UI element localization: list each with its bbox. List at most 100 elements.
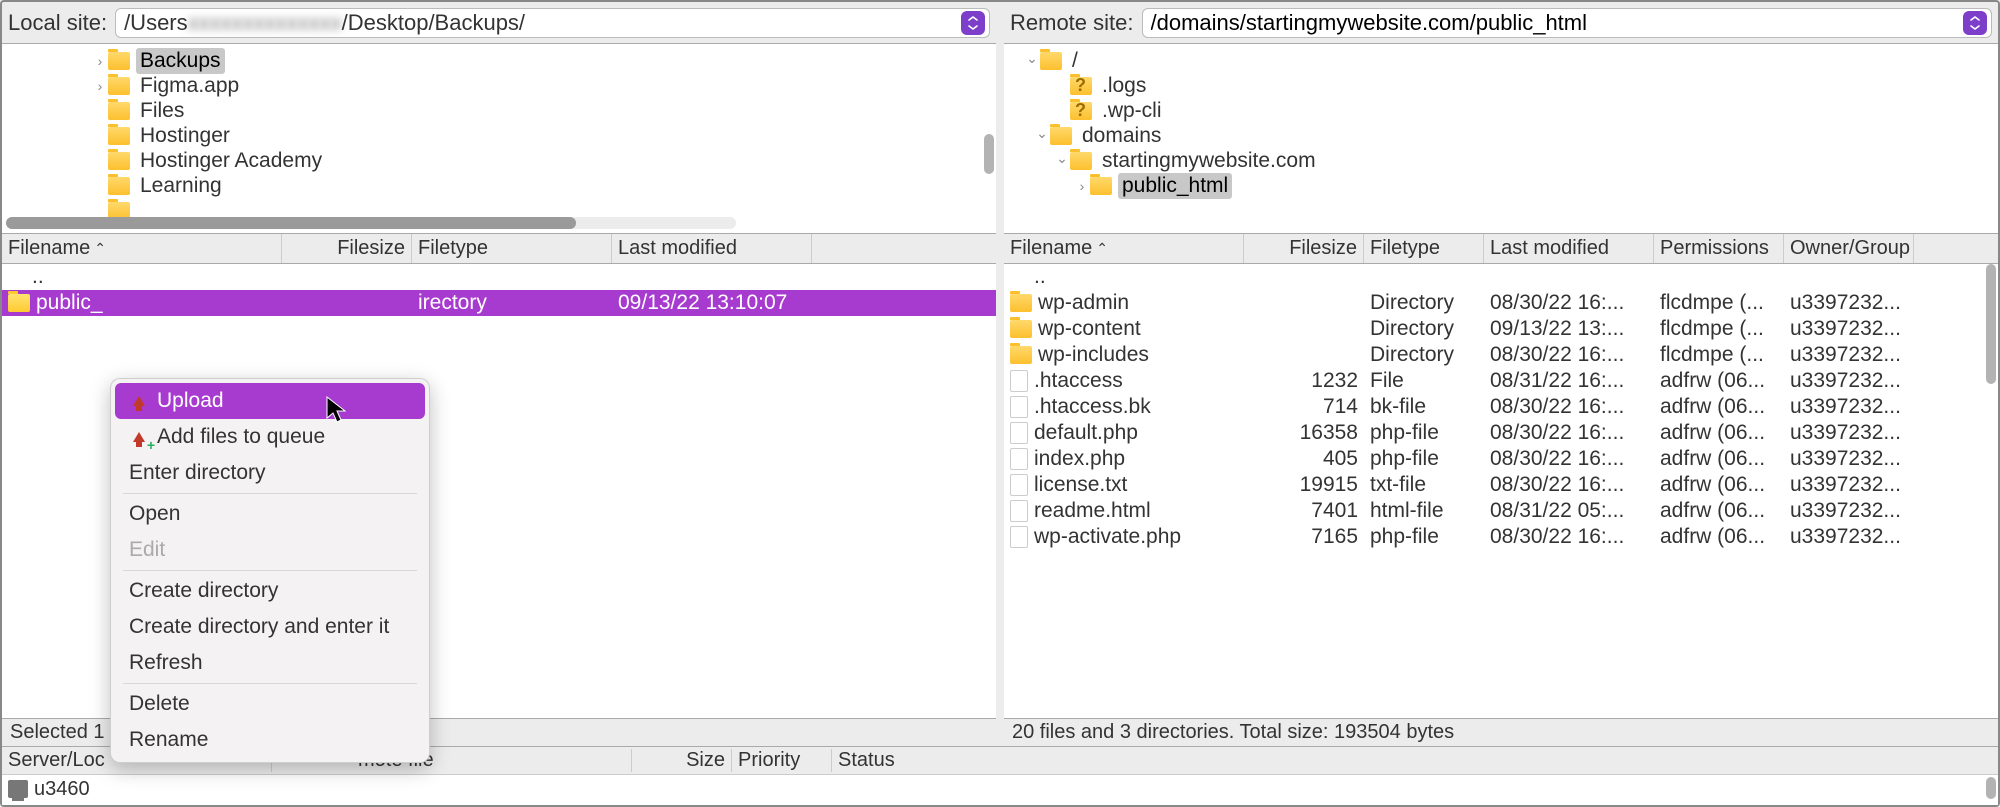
menu-item-delete[interactable]: Delete (115, 686, 425, 722)
local-site-bar: Local site: /Users xxxxxxxxxxxxxx /Deskt… (2, 2, 996, 44)
remote-list-scrollbar[interactable] (1986, 264, 1996, 384)
file-row[interactable]: wp-activate.php7165php-file08/30/22 16:.… (1004, 524, 1998, 550)
folder-icon (1090, 177, 1112, 195)
file-row[interactable]: wp-adminDirectory08/30/22 16:...flcdmpe … (1004, 290, 1998, 316)
folder-icon (108, 152, 130, 170)
tree-item[interactable]: Learning (2, 173, 996, 198)
tree-item[interactable]: Hostinger Academy (2, 148, 996, 173)
menu-item-label: Open (129, 502, 180, 526)
queue-col-status[interactable]: Status (832, 749, 1998, 772)
menu-item-create-directory-and-enter-it[interactable]: Create directory and enter it (115, 609, 425, 645)
local-list-header: Filename ⌃ Filesize Filetype Last modifi… (2, 234, 996, 264)
tree-item[interactable]: public_html (1004, 173, 1998, 198)
sort-asc-icon: ⌃ (1096, 240, 1108, 257)
remote-col-filename[interactable]: Filename ⌃ (1004, 234, 1244, 263)
local-tree-hscroll-thumb[interactable] (6, 217, 576, 229)
menu-item-open[interactable]: Open (115, 496, 425, 532)
file-row[interactable]: .. (2, 264, 996, 290)
remote-col-filesize[interactable]: Filesize (1244, 234, 1364, 263)
add-to-queue-icon: + (129, 427, 149, 447)
tree-item[interactable]: .wp-cli (1004, 98, 1998, 123)
remote-path-input[interactable] (1151, 10, 1964, 36)
menu-item-label: Enter directory (129, 461, 266, 485)
tree-expand-arrow-icon[interactable] (92, 78, 108, 94)
file-name: .. (32, 265, 44, 289)
tree-expand-arrow-icon[interactable] (1024, 52, 1040, 69)
menu-item-rename[interactable]: Rename (115, 722, 425, 758)
queue-col-size[interactable]: Size (632, 749, 732, 772)
remote-site-bar: Remote site: (1004, 2, 1998, 44)
file-name: wp-admin (1038, 291, 1129, 315)
context-menu[interactable]: Upload+Add files to queue Enter directory… (110, 378, 430, 763)
tree-item-label: startingmywebsite.com (1098, 148, 1320, 174)
queue-row[interactable]: u3460 (2, 775, 1998, 803)
local-path-dropdown-button[interactable] (961, 11, 985, 35)
remote-path-dropdown-button[interactable] (1963, 11, 1987, 35)
local-col-modified[interactable]: Last modified (612, 234, 812, 263)
local-site-label: Local site: (8, 10, 115, 36)
folder-icon (108, 177, 130, 195)
remote-status-bar: 20 files and 3 directories. Total size: … (1004, 718, 1998, 746)
file-row[interactable]: index.php405php-file08/30/22 16:...adfrw… (1004, 446, 1998, 472)
tree-expand-arrow-icon[interactable] (1054, 152, 1070, 169)
file-row[interactable]: .htaccess.bk714bk-file08/30/22 16:...adf… (1004, 394, 1998, 420)
tree-item[interactable]: Files (2, 98, 996, 123)
remote-col-modified[interactable]: Last modified (1484, 234, 1654, 263)
file-row[interactable]: readme.html7401html-file08/31/22 05:...a… (1004, 498, 1998, 524)
menu-item-enter-directory[interactable]: Enter directory (115, 455, 425, 491)
tree-expand-arrow-icon[interactable] (1074, 178, 1090, 194)
remote-path-combo[interactable] (1142, 8, 1993, 38)
tree-item-label: Hostinger Academy (136, 148, 326, 174)
file-row[interactable]: wp-includesDirectory08/30/22 16:...flcdm… (1004, 342, 1998, 368)
local-col-filetype[interactable]: Filetype (412, 234, 612, 263)
queue-col-priority[interactable]: Priority (732, 749, 832, 772)
sort-asc-icon: ⌃ (94, 240, 106, 257)
tree-item[interactable]: Backups (2, 48, 996, 73)
remote-col-permissions[interactable]: Permissions (1654, 234, 1784, 263)
file-row[interactable]: .. (1004, 264, 1998, 290)
local-tree-scrollbar[interactable] (984, 134, 994, 174)
local-col-filesize[interactable]: Filesize (282, 234, 412, 263)
tree-item-label: Hostinger (136, 123, 234, 149)
tree-item-label (136, 210, 144, 212)
tree-expand-arrow-icon[interactable] (1034, 127, 1050, 144)
remote-list-header: Filename ⌃ Filesize Filetype Last modifi… (1004, 234, 1998, 264)
queue-scrollbar[interactable] (1986, 777, 1996, 799)
menu-item-label: Create directory (129, 579, 278, 603)
local-path-suffix: /Desktop/Backups/ (342, 10, 961, 36)
local-path-blurred: xxxxxxxxxxxxxx (188, 10, 342, 36)
file-row[interactable]: .htaccess1232File08/31/22 16:...adfrw (0… (1004, 368, 1998, 394)
tree-item[interactable]: Hostinger (2, 123, 996, 148)
remote-col-owner[interactable]: Owner/Group (1784, 234, 1914, 263)
tree-item[interactable]: Figma.app (2, 73, 996, 98)
file-row[interactable]: wp-contentDirectory09/13/22 13:...flcdmp… (1004, 316, 1998, 342)
folder-icon (1010, 294, 1032, 312)
remote-col-filetype[interactable]: Filetype (1364, 234, 1484, 263)
menu-item-edit: Edit (115, 532, 425, 568)
file-icon (1010, 370, 1028, 392)
tree-item[interactable]: .logs (1004, 73, 1998, 98)
menu-item-refresh[interactable]: Refresh (115, 645, 425, 681)
local-tree-hscroll-track[interactable] (6, 217, 736, 229)
file-icon (1010, 396, 1028, 418)
file-row[interactable]: default.php16358php-file08/30/22 16:...a… (1004, 420, 1998, 446)
menu-separator (123, 493, 417, 494)
upload-arrow-icon (129, 391, 149, 411)
file-icon (1010, 474, 1028, 496)
tree-item-label: Learning (136, 173, 226, 199)
file-row[interactable]: public_irectory09/13/22 13:10:07 (2, 290, 996, 316)
tree-item[interactable]: domains (1004, 123, 1998, 148)
file-name: index.php (1034, 447, 1125, 471)
local-path-combo[interactable]: /Users xxxxxxxxxxxxxx /Desktop/Backups/ (115, 8, 990, 38)
menu-item-add-files-to-queue[interactable]: +Add files to queue (115, 419, 425, 455)
menu-item-create-directory[interactable]: Create directory (115, 573, 425, 609)
file-name: wp-includes (1038, 343, 1149, 367)
file-row[interactable]: license.txt19915txt-file08/30/22 16:...a… (1004, 472, 1998, 498)
tree-item[interactable]: / (1004, 48, 1998, 73)
folder-icon (1050, 127, 1072, 145)
local-col-filename[interactable]: Filename ⌃ (2, 234, 282, 263)
tree-item[interactable]: startingmywebsite.com (1004, 148, 1998, 173)
menu-item-upload[interactable]: Upload (115, 383, 425, 419)
menu-separator (123, 570, 417, 571)
tree-expand-arrow-icon[interactable] (92, 53, 108, 69)
